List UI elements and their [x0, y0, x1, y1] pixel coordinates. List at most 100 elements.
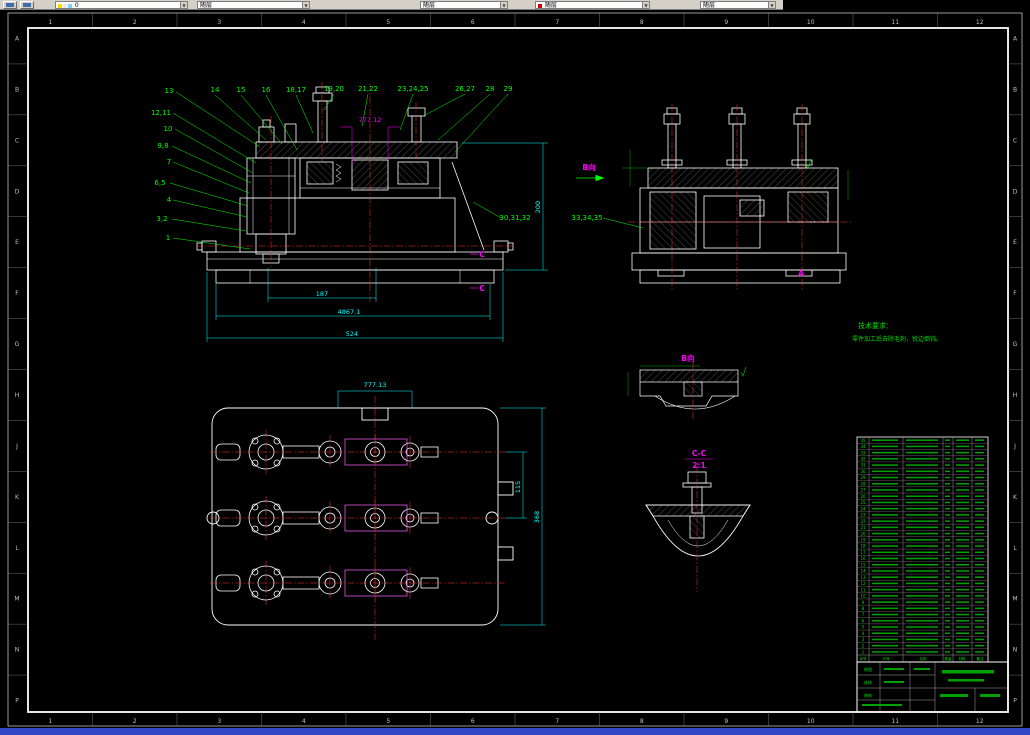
bom-cell-text-bar: [956, 613, 969, 616]
bom-cell-text-bar: [945, 539, 950, 541]
bom-cell-text-bar: [975, 576, 984, 578]
bom-cell-text-bar: [906, 651, 938, 653]
zone-number: 2: [133, 19, 137, 26]
bom-cell-text-bar: [975, 632, 984, 634]
callout-label: 29: [504, 85, 513, 93]
bom-cell-text-bar: [872, 501, 898, 504]
bom-cell-text-bar: [945, 595, 950, 597]
bom-cell-text-bar: [975, 570, 984, 572]
bom-cell-text-bar: [872, 507, 898, 510]
toolbar-button-icon: [6, 3, 14, 7]
bom-cell-text-bar: [906, 458, 938, 460]
linetype-combo-value: 随层: [200, 2, 213, 9]
zone-number: 11: [891, 19, 899, 26]
bom-cell-text-bar: [956, 495, 969, 497]
bom-cell-text-bar: [956, 563, 969, 566]
bom-cell-text-bar: [872, 557, 898, 560]
bom-cell-text-bar: [956, 644, 969, 647]
cut-c-label: C: [479, 250, 485, 259]
bom-row-number: 31: [860, 463, 866, 468]
bom-cell-text-bar: [872, 464, 898, 466]
bom-cell-text-bar: [945, 451, 950, 454]
bom-cell-text-bar: [975, 507, 984, 510]
bom-cell-text-bar: [975, 557, 984, 560]
zone-letter: M: [1012, 596, 1017, 603]
bom-cell-text-bar: [945, 470, 950, 473]
bom-cell-text-bar: [872, 470, 898, 473]
bom-cell-text-bar: [872, 520, 898, 522]
bom-cell-text-bar: [906, 644, 938, 647]
dimension-labels: 777.12 200 187 4867.1 524 777.13 368 115: [316, 116, 542, 523]
callout-label: 13: [165, 87, 174, 95]
zone-number: 8: [640, 718, 644, 725]
bom-cell-text-bar: [906, 588, 938, 591]
callout-label: 26,27: [455, 85, 475, 93]
dimension-label: 777.12: [359, 116, 382, 124]
bom-cell-text-bar: [975, 620, 984, 622]
bom-cell-text-bar: [975, 563, 984, 566]
callout-label: 9,8: [157, 142, 168, 150]
bom-cell-text-bar: [906, 514, 938, 516]
bom-cell-text-bar: [945, 620, 950, 622]
bom-cell-text-bar: [872, 651, 898, 653]
lineweight-combo[interactable]: 随层 ▼: [420, 1, 508, 9]
plotstyle-combo[interactable]: 随层 ▼: [700, 1, 776, 9]
color-swatch-icon: [538, 3, 542, 8]
chevron-down-icon: ▼: [642, 2, 649, 8]
bom-cell-text-bar: [975, 501, 984, 504]
bom-cell-text-bar: [956, 514, 969, 516]
bom-header: 名称: [920, 656, 928, 661]
zone-letter: D: [1013, 188, 1018, 195]
bom-cell-text-bar: [872, 601, 898, 603]
bom-cell-text-bar: [906, 551, 938, 554]
bom-row-number: 3: [862, 637, 865, 642]
bom-cell-text-bar: [956, 551, 969, 554]
bom-cell-text-bar: [975, 451, 984, 454]
toolbar-icon-button[interactable]: [20, 1, 34, 9]
section-cc-label: C-C: [692, 449, 707, 458]
zone-letter: E: [15, 239, 19, 246]
bom-cell-text-bar: [956, 607, 969, 610]
bom-cell-text-bar: [906, 532, 938, 535]
dimension-label: 368: [533, 511, 541, 523]
bom-cell-text-bar: [975, 520, 984, 522]
title-block-role: 制图: [864, 666, 872, 672]
notes-line: 零件加工后去除毛刺，锐边倒钝。: [852, 335, 942, 343]
bom-cell-text-bar: [872, 489, 898, 491]
zone-letter: G: [15, 341, 20, 348]
callout-label: 16: [262, 86, 271, 94]
bom-cell-text-bar: [872, 563, 898, 566]
bom-cell-text-bar: [945, 445, 950, 448]
bom-header: 数量: [945, 656, 953, 661]
mark-a-label: A: [798, 269, 804, 278]
bom-cell-text-bar: [956, 626, 969, 628]
zone-letter: J: [15, 443, 18, 450]
bom-cell-text-bar: [872, 476, 898, 479]
toolbar-icon-button[interactable]: [3, 1, 17, 9]
dimension-label: 4867.1: [338, 308, 361, 316]
bom-cell-text-bar: [975, 582, 984, 585]
bom-cell-text-bar: [872, 607, 898, 610]
dimension-label: 187: [316, 290, 328, 298]
callout-label: 12,11: [151, 109, 171, 117]
bom-row-number: 9: [862, 600, 865, 605]
plotstyle-combo-value: 随层: [703, 2, 716, 9]
zone-letter: P: [1013, 698, 1017, 705]
chevron-down-icon: ▼: [180, 2, 187, 8]
bom-cell-text-bar: [906, 620, 938, 622]
layer-combo[interactable]: 0 ▼: [55, 1, 188, 9]
bom-row-number: 10: [860, 594, 866, 599]
color-combo[interactable]: 随层 ▼: [535, 1, 650, 9]
bom-cell-text-bar: [872, 551, 898, 554]
bom-cell-text-bar: [956, 470, 969, 473]
bom-row-number: 20: [860, 531, 866, 536]
bom-cell-text-bar: [975, 613, 984, 616]
callout-label: 15: [237, 86, 246, 94]
bom-cell-text-bar: [906, 526, 938, 529]
bom-cell-text-bar: [945, 464, 950, 466]
bom-cell-text-bar: [956, 476, 969, 479]
bom-row-number: 2: [862, 643, 865, 648]
drawing-canvas[interactable]: 1 2 3 4 5 6 7 8 9 10 11 12 1 2 3 4 5 6 7 8 9 10 11 12 A B C D E F G H J K…: [0, 0, 1030, 735]
linetype-combo[interactable]: 随层 ▼: [197, 1, 310, 9]
zone-letter: H: [15, 392, 20, 399]
